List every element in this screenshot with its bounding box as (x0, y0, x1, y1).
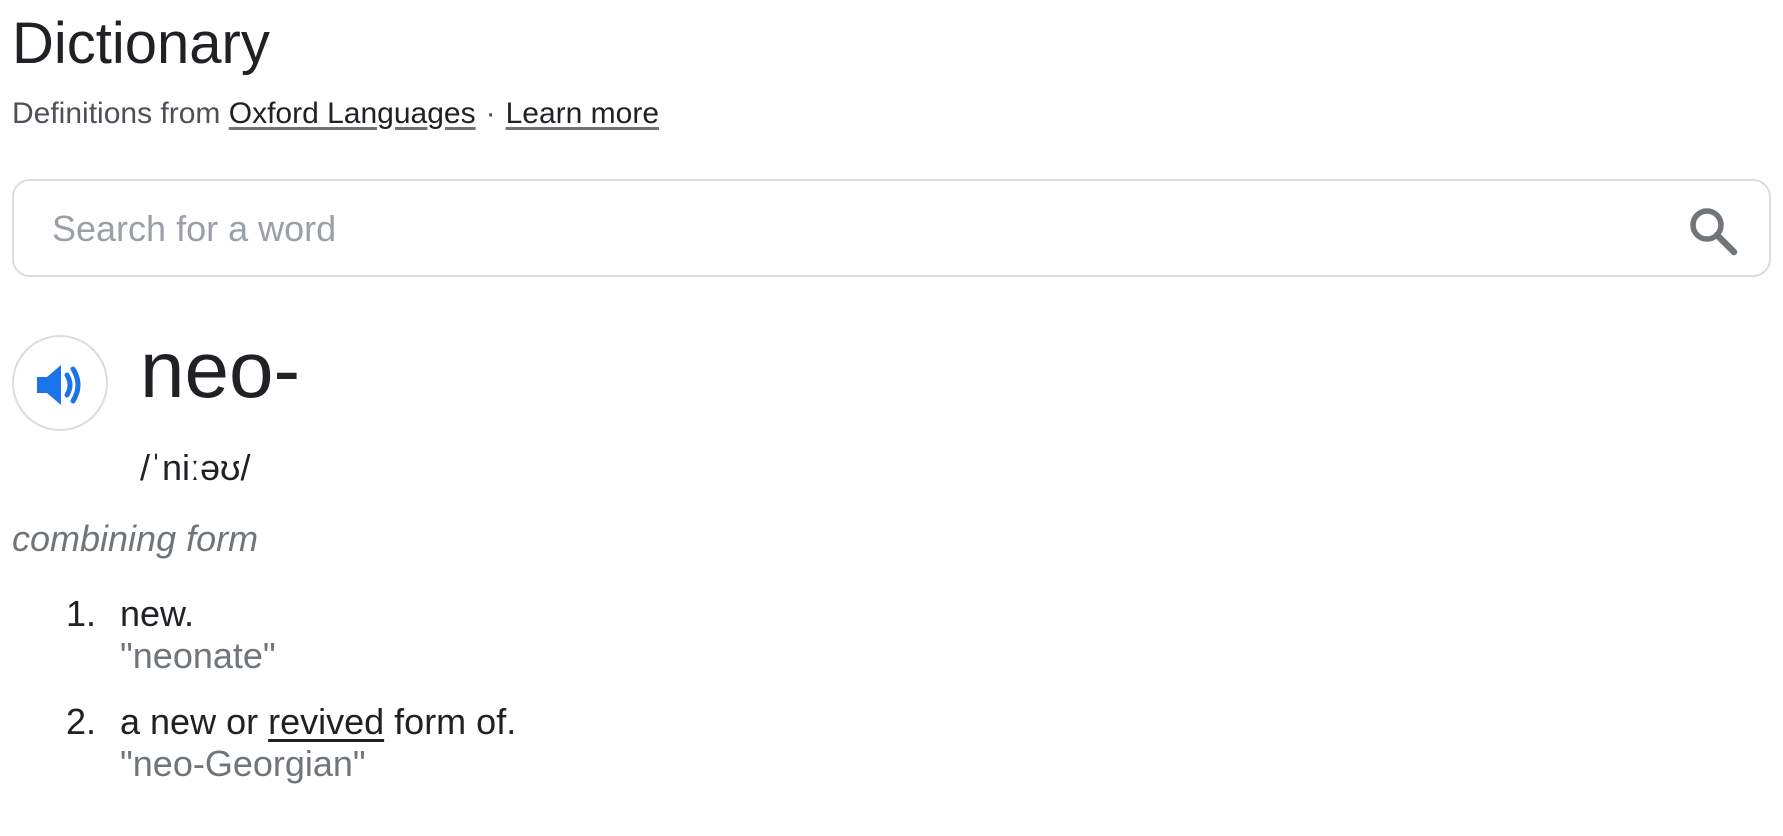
oxford-languages-link[interactable]: Oxford Languages (229, 97, 476, 130)
definition-text-after: form of. (394, 701, 517, 742)
search-button[interactable] (1687, 205, 1739, 257)
sense-example: "neo-Georgian" (120, 743, 366, 784)
learn-more-link[interactable]: Learn more (506, 97, 659, 130)
revived-link[interactable]: revived (268, 701, 384, 742)
sense-number: 1. (66, 593, 97, 634)
page-title: Dictionary (12, 11, 270, 76)
source-attribution: Definitions from Oxford Languages · Learn … (12, 94, 659, 134)
search-box (12, 179, 1771, 277)
pronunciation-button[interactable] (12, 335, 108, 431)
phonetic-transcription: /ˈniːəʊ/ (140, 447, 251, 488)
part-of-speech: combining form (12, 518, 259, 559)
sense-definition: a new or revived form of. (120, 700, 516, 744)
search-input[interactable] (52, 203, 1632, 255)
definition-text-before: a new or (120, 701, 259, 742)
search-icon (1690, 208, 1738, 256)
speaker-icon (37, 365, 81, 405)
dictionary-panel: Dictionary Definitions from Oxford Langu… (0, 0, 1783, 836)
separator: · (485, 97, 496, 130)
headword: neo- (140, 325, 301, 414)
sense-example: "neonate" (120, 635, 276, 676)
sense-definition: new. (120, 593, 195, 634)
sense-number: 2. (66, 701, 97, 742)
source-prefix: Definitions from (12, 97, 221, 130)
